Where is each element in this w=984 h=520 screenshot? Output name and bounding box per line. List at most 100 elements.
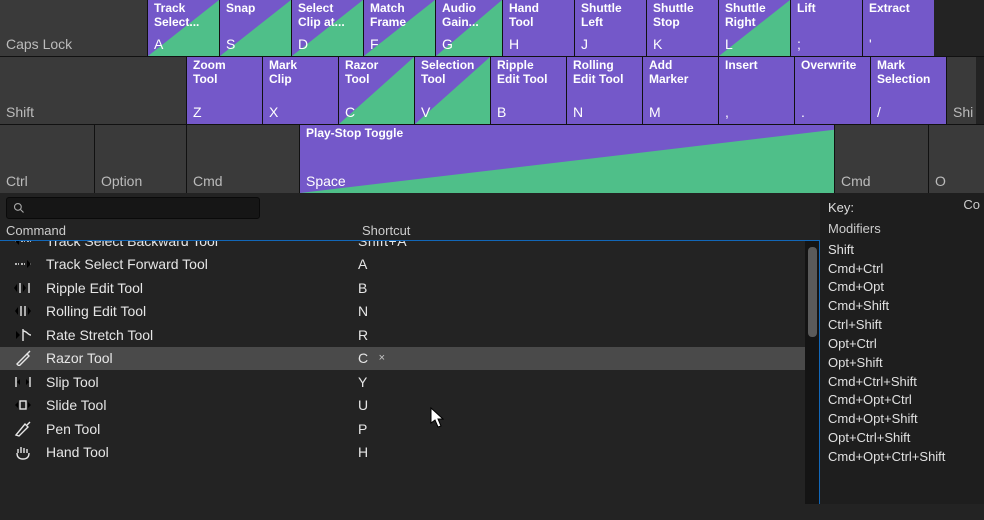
key-G[interactable]: Audio Gain...G (435, 0, 502, 56)
key-S[interactable]: SnapS (219, 0, 291, 56)
key-action-label: Match Frame (364, 0, 435, 30)
command-shortcut[interactable]: Shift+A (358, 240, 805, 249)
command-row[interactable]: Pen ToolP (0, 417, 805, 441)
modifier-row[interactable]: Shift (828, 241, 984, 260)
col-shortcut[interactable]: Shortcut (362, 223, 820, 238)
key-space-label: Space (300, 173, 834, 193)
modifier-row[interactable]: Opt+Shift (828, 354, 984, 373)
modifier-row[interactable]: Opt+Ctrl (828, 335, 984, 354)
modifier-row[interactable]: Cmd+Shift (828, 297, 984, 316)
modifier-row[interactable]: Cmd+Opt (828, 278, 984, 297)
key-A[interactable]: Track Select...A (147, 0, 219, 56)
key-char-label: , (719, 104, 794, 124)
command-name: Rate Stretch Tool (46, 327, 358, 343)
command-shortcut[interactable]: C× (358, 350, 805, 366)
key-caps-lock[interactable]: Caps Lock (0, 0, 147, 56)
key-C[interactable]: Razor ToolC (338, 57, 414, 124)
modifier-row[interactable]: Cmd+Opt+Shift (828, 410, 984, 429)
key-char[interactable]: Extract'.nts6h5q::after{display:none!imp… (862, 0, 934, 56)
key-action-label: Shuttle Right (719, 0, 790, 30)
key-char-label: X (263, 104, 338, 124)
command-row[interactable]: Rate Stretch ToolR (0, 323, 805, 347)
slip-icon (0, 374, 46, 390)
key-option[interactable]: Option (94, 125, 186, 193)
key-char[interactable]: Overwrite..ntcc6rr::after{display:none!i… (794, 57, 870, 124)
modifier-row[interactable]: Cmd+Ctrl (828, 260, 984, 279)
commands-header: Co (963, 196, 980, 215)
key-Z[interactable]: Zoom ToolZ.ntyxl6q::after{display:none!i… (186, 57, 262, 124)
key-K[interactable]: Shuttle StopK.ntmm7rq::after{display:non… (646, 0, 718, 56)
command-shortcut[interactable]: R (358, 327, 805, 343)
key-char-label: F (364, 36, 435, 56)
key-action-label: Add Marker (643, 57, 718, 87)
key-J[interactable]: Shuttle LeftJ.ntt5ukb::after{display:non… (574, 0, 646, 56)
key-H[interactable]: Hand ToolH.ntmppqv::after{display:none!i… (502, 0, 574, 56)
key-N[interactable]: Rolling Edit ToolN.ntzz11c::after{displa… (566, 57, 642, 124)
key-M[interactable]: Add MarkerM.ntfc4dt::after{display:none!… (642, 57, 718, 124)
col-command[interactable]: Command (6, 223, 362, 238)
slide-icon (0, 397, 46, 413)
command-shortcut[interactable]: N (358, 303, 805, 319)
key-shift-right[interactable]: Shi (946, 57, 976, 124)
key-action-label: Overwrite (795, 57, 870, 73)
command-shortcut[interactable]: B (358, 280, 805, 296)
clear-shortcut-icon[interactable]: × (379, 352, 386, 364)
key-D[interactable]: Select Clip at...D (291, 0, 363, 56)
key-cmd[interactable]: Cmd (186, 125, 299, 193)
key-char[interactable]: Mark Selection/.ntfceqr::after{display:n… (870, 57, 946, 124)
command-shortcut[interactable]: A (358, 256, 805, 272)
key-L[interactable]: Shuttle RightL (718, 0, 790, 56)
command-row[interactable]: Slide ToolU (0, 394, 805, 418)
scrollbar[interactable] (805, 241, 819, 504)
modifier-row[interactable]: Cmd+Opt+Ctrl (828, 391, 984, 410)
key-V[interactable]: Selection ToolV (414, 57, 490, 124)
command-row[interactable]: Ripple Edit ToolB (0, 276, 805, 300)
key-char[interactable]: Insert,.ntdh7nl::after{display:none!impo… (718, 57, 794, 124)
modifiers-header: Modifiers (828, 220, 984, 239)
command-row[interactable]: Track Select Forward ToolA (0, 253, 805, 277)
command-shortcut[interactable]: Y (358, 374, 805, 390)
key-header: Key: (828, 199, 984, 218)
track-back-icon (0, 240, 46, 249)
key-cmd-right[interactable]: Cmd (834, 125, 928, 193)
key-action-label: Ripple Edit Tool (491, 57, 566, 87)
key-X[interactable]: Mark ClipX.nteo4u9::after{display:none!i… (262, 57, 338, 124)
key-option-right[interactable]: O (928, 125, 984, 193)
command-name: Track Select Backward Tool (46, 240, 358, 249)
command-name: Slide Tool (46, 397, 358, 413)
command-shortcut[interactable]: H (358, 444, 805, 460)
modifier-row[interactable]: Cmd+Opt+Ctrl+Shift (828, 448, 984, 467)
command-row[interactable]: Razor ToolC× (0, 347, 805, 371)
command-row[interactable]: Rolling Edit ToolN (0, 300, 805, 324)
command-list[interactable]: Track Select Backward ToolShift+ATrack S… (0, 240, 820, 504)
search-input[interactable] (6, 197, 260, 219)
kbd-row-1: Caps Lock Track Select...ASnapSSelect Cl… (0, 0, 984, 56)
key-action-label: Snap (220, 0, 291, 16)
key-char-label: K (647, 36, 718, 56)
key-space[interactable]: Play-Stop Toggle Space (299, 125, 834, 193)
command-row[interactable]: Track Select Backward ToolShift+A (0, 240, 805, 253)
modifier-row[interactable]: Ctrl+Shift (828, 316, 984, 335)
key-char-label: J (575, 36, 646, 56)
modifier-row[interactable]: Opt+Ctrl+Shift (828, 429, 984, 448)
command-shortcut[interactable]: U (358, 397, 805, 413)
key-F[interactable]: Match Frame F (363, 0, 435, 56)
pen-icon (0, 421, 46, 437)
key-char-label: C (339, 104, 414, 124)
key-char[interactable]: Lift;.ntcqs49::after{display:none!import… (790, 0, 862, 56)
command-shortcut[interactable]: P (358, 421, 805, 437)
command-shortcut-panel: Command Shortcut Track Select Backward T… (0, 193, 820, 504)
key-action-label: Insert (719, 57, 794, 73)
key-ctrl[interactable]: Ctrl (0, 125, 94, 193)
key-action-label: Audio Gain... (436, 0, 502, 30)
modifier-row[interactable]: Cmd+Ctrl+Shift (828, 373, 984, 392)
command-row[interactable]: Hand ToolH (0, 441, 805, 465)
key-B[interactable]: Ripple Edit ToolB.ntcodf9::after{display… (490, 57, 566, 124)
key-shift[interactable]: Shift (0, 57, 186, 124)
scrollbar-thumb[interactable] (808, 247, 817, 337)
key-char-label: H (503, 36, 574, 56)
key-space-action: Play-Stop Toggle (300, 125, 834, 141)
key-char-label: B (491, 104, 566, 124)
key-action-label: Selection Tool (415, 57, 490, 87)
command-row[interactable]: Slip ToolY (0, 370, 805, 394)
